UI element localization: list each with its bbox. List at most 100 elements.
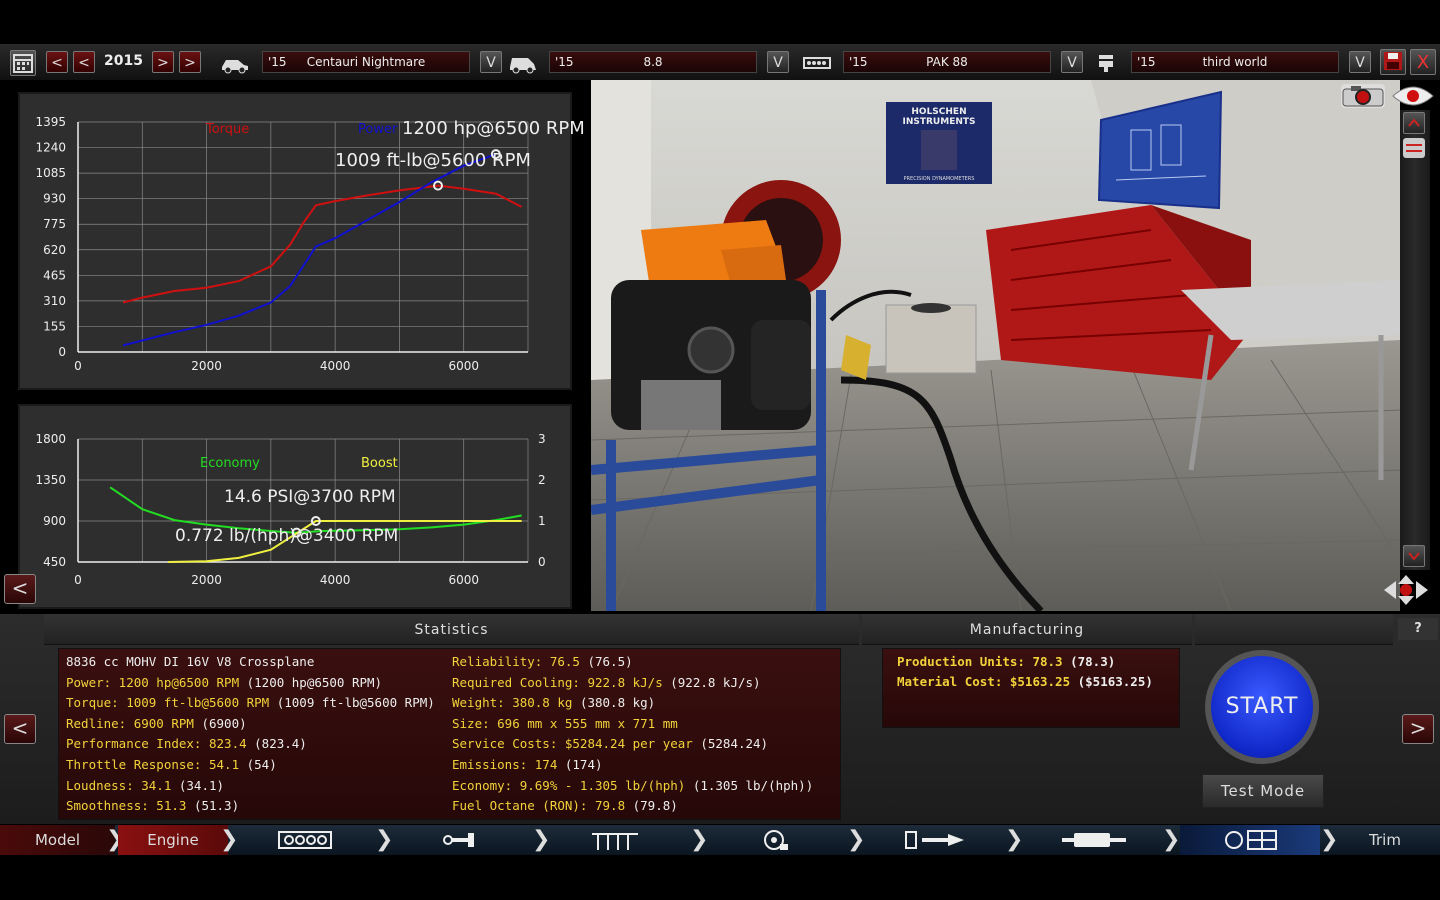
stat-value: (34.1)	[171, 777, 225, 793]
action-header	[1195, 614, 1393, 645]
x-tick-label: 6000	[448, 573, 479, 587]
economy-legend: Economy	[200, 456, 260, 471]
stat-row: Torque: 1009 ft-lb@5600 RPM (1009 ft-lb@…	[66, 695, 435, 710]
power-readout: 1200 hp@6500 RPM	[402, 118, 585, 139]
stat-value: (823.4)	[246, 736, 307, 752]
engine-family-select[interactable]: '15 PAK 88	[843, 51, 1051, 73]
car-model-dropdown-button[interactable]: V	[480, 51, 502, 73]
crank-icon[interactable]	[410, 825, 510, 855]
turbo-icon[interactable]	[720, 825, 830, 855]
stat-row: Service Costs: $5284.24 per year (5284.2…	[452, 736, 768, 751]
stat-key: Loudness: 34.1	[66, 777, 172, 793]
block-icon[interactable]	[250, 825, 360, 855]
engine-dyno-scene[interactable]: HOLSCHEN INSTRUMENTS PRECISION DYNAMOMET…	[591, 80, 1400, 611]
start-button[interactable]: START	[1211, 656, 1313, 758]
y-tick-label-left: 450	[43, 555, 66, 569]
car-trim-dropdown-button[interactable]: V	[767, 51, 789, 73]
year-back-button[interactable]: <	[73, 51, 95, 73]
stat-row: Fuel Octane (RON): 79.8 (79.8)	[452, 798, 678, 813]
zoom-slider-handle[interactable]	[1403, 138, 1425, 158]
zoom-down-button[interactable]	[1403, 545, 1425, 567]
prev-page-button[interactable]: <	[4, 714, 36, 744]
engine-variant-dropdown-button[interactable]: V	[1349, 51, 1371, 73]
torque-legend: Torque	[205, 122, 249, 137]
car-model-icon	[220, 52, 250, 80]
stat-row: Economy: 9.69% - 1.305 lb/(hph) (1.305 l…	[452, 778, 813, 793]
nav-chevron: ❯	[375, 827, 394, 852]
fuel-icon[interactable]	[880, 825, 990, 855]
nav-chevron: ❯	[532, 827, 551, 852]
nav-chevron: ❯	[1320, 827, 1339, 852]
economy-readout: 0.772 lb/(hph)@3400 RPM	[175, 526, 398, 546]
car-model-select[interactable]: '15 Centauri Nightmare	[262, 51, 470, 73]
production-units: Production Units: 78.3 (78.3)	[897, 654, 1116, 669]
calendar-icon[interactable]	[10, 50, 36, 76]
zoom-slider-track[interactable]	[1400, 110, 1430, 570]
stat-key: Power: 1200 hp@6500 RPM	[66, 674, 240, 690]
nav-trim[interactable]: Trim	[1340, 825, 1430, 855]
y-tick-label: 155	[43, 319, 66, 333]
view-eye-icon[interactable]	[1391, 84, 1435, 108]
x-tick-label: 4000	[320, 573, 351, 587]
head-icon[interactable]	[565, 825, 665, 855]
collapse-charts-button[interactable]: <	[4, 574, 36, 604]
svg-text:INSTRUMENTS: INSTRUMENTS	[903, 117, 976, 127]
nav-engine[interactable]: Engine	[118, 825, 228, 855]
year-back-fast-button[interactable]: <	[46, 51, 68, 73]
stat-value: (1009 ft-lb@5600 RPM)	[269, 695, 435, 711]
stat-value: (79.8)	[625, 798, 678, 814]
year-forward-button[interactable]: >	[152, 51, 174, 73]
next-page-button[interactable]: >	[1402, 714, 1434, 744]
y-tick-label-left: 900	[43, 514, 66, 528]
test-mode-button[interactable]: Test Mode	[1202, 774, 1324, 808]
pan-arrows-icon[interactable]	[1384, 575, 1428, 605]
stat-row: Reliability: 76.5 (76.5)	[452, 654, 633, 669]
x-tick-label: 2000	[191, 573, 222, 587]
x-tick-label: 2000	[191, 359, 222, 373]
boost-legend: Boost	[361, 456, 398, 471]
stat-value: (51.3)	[186, 798, 240, 814]
stat-value: (5284.24)	[692, 736, 769, 752]
stat-value: (1200 hp@6500 RPM)	[239, 674, 383, 690]
y-tick-label: 775	[43, 217, 66, 231]
stat-key: Redline: 6900 RPM	[66, 715, 194, 731]
stat-row: Emissions: 174 (174)	[452, 757, 603, 772]
stat-key: Economy: 9.69% - 1.305 lb/(hph)	[452, 777, 686, 793]
stat-key: Emissions: 174	[452, 757, 558, 772]
help-button[interactable]: ?	[1398, 618, 1438, 640]
boost-readout: 14.6 PSI@3700 RPM	[224, 487, 396, 507]
nav-model[interactable]: Model	[0, 825, 115, 855]
engine-family-dropdown-button[interactable]: V	[1061, 51, 1083, 73]
stat-key: Throttle Response: 54.1	[66, 757, 240, 772]
dyno-icon[interactable]	[1180, 825, 1320, 855]
stat-value: (380.8 kg)	[572, 695, 656, 711]
piston-icon	[1095, 52, 1117, 80]
zoom-up-button[interactable]	[1403, 112, 1425, 134]
y-tick-label: 310	[43, 294, 66, 308]
save-icon[interactable]	[1380, 49, 1406, 75]
exhaust-icon[interactable]	[1040, 825, 1150, 855]
stat-value: (922.8 kJ/s)	[662, 674, 761, 690]
nav-chevron: ❯	[690, 827, 709, 852]
stat-key: Reliability: 76.5	[452, 654, 580, 669]
x-tick-label: 0	[74, 359, 82, 373]
x-tick-label: 4000	[320, 359, 351, 373]
car-trim-select[interactable]: '15 8.8	[549, 51, 757, 73]
camera-icon[interactable]	[1341, 84, 1385, 108]
power-torque-panel: 0 155 310 465 620 775 930 1085 1240 1395 0 2000 4000…	[18, 92, 585, 390]
stat-row: Power: 1200 hp@6500 RPM (1200 hp@6500 RP…	[66, 675, 382, 690]
svg-text:HOLSCHEN: HOLSCHEN	[911, 107, 966, 117]
y-tick-label: 1085	[35, 166, 66, 180]
engine-variant-select[interactable]: '15 third world	[1131, 51, 1339, 73]
power-torque-chart: 0 155 310 465 620 775 930 1085 1240 1395 0 2000 4000…	[35, 115, 585, 373]
material-cost: Material Cost: $5163.25 ($5163.25)	[897, 674, 1153, 689]
year-forward-fast-button[interactable]: >	[179, 51, 201, 73]
close-button[interactable]: X	[1410, 49, 1436, 75]
stat-value: (1.305 lb/(hph))	[685, 777, 814, 793]
y-tick-label-right: 0	[538, 555, 546, 569]
stat-value: (54)	[239, 757, 277, 772]
y-tick-label: 0	[58, 345, 66, 359]
stat-value: (76.5)	[579, 654, 633, 669]
nav-chevron: ❯	[847, 827, 866, 852]
x-tick-label: 6000	[448, 359, 479, 373]
